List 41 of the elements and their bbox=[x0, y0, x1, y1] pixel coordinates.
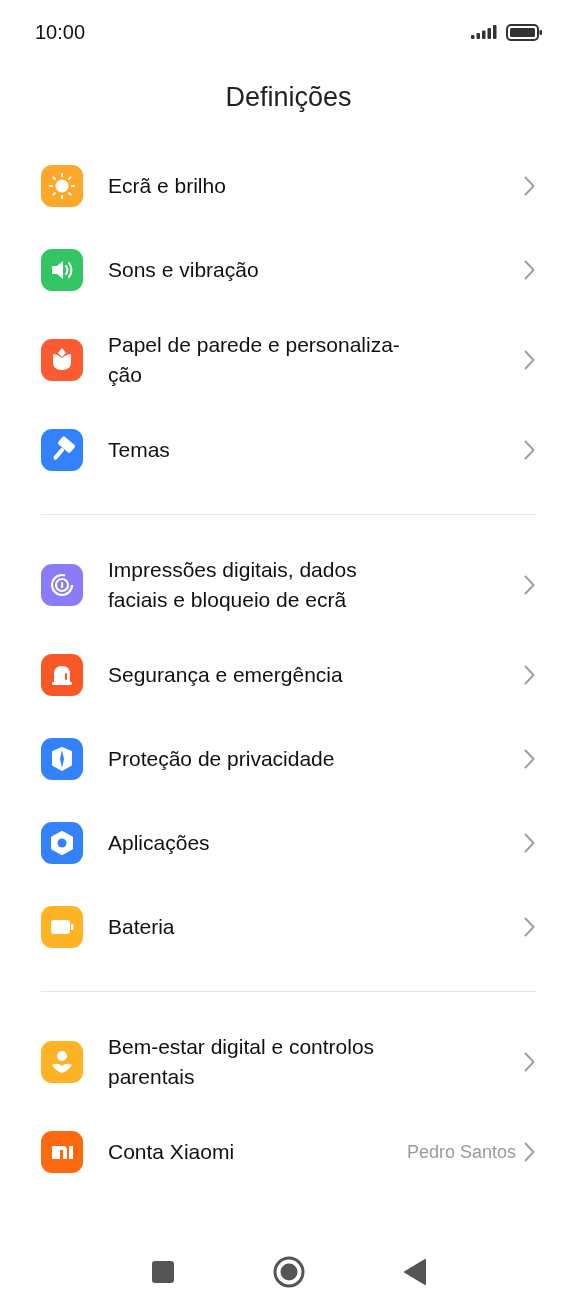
chevron-icon bbox=[524, 749, 535, 769]
item-label: Segurança e emergência bbox=[108, 662, 344, 688]
chevron-icon bbox=[524, 440, 535, 460]
chevron-icon bbox=[524, 665, 535, 685]
settings-item[interactable]: Sons e vibração bbox=[0, 228, 577, 312]
item-label: Bateria bbox=[108, 914, 176, 940]
settings-item[interactable]: Bateria bbox=[0, 885, 577, 969]
item-label: Ecrã e brilho bbox=[108, 173, 227, 199]
chevron-icon bbox=[524, 176, 535, 196]
back-button[interactable] bbox=[402, 1259, 427, 1285]
item-label: Bem-estar digital e controlos parentais bbox=[108, 1034, 376, 1090]
item-label: Aplicações bbox=[108, 830, 211, 856]
item-label: Temas bbox=[108, 437, 171, 463]
settings-item[interactable]: Ecrã e brilho bbox=[0, 144, 577, 228]
item-value: Pedro Santos bbox=[406, 1140, 516, 1164]
page-title: Definições bbox=[225, 80, 352, 114]
chevron-icon bbox=[524, 575, 535, 595]
item-label: Conta Xiaomi bbox=[108, 1139, 236, 1165]
chevron-icon bbox=[524, 833, 535, 853]
chevron-icon bbox=[524, 1052, 535, 1072]
settings-item[interactable]: Proteção de privacidade bbox=[0, 717, 577, 801]
item-label: Papel de parede e personaliza- ção bbox=[108, 332, 401, 388]
item-label: Proteção de privacidade bbox=[108, 746, 336, 772]
signal-icon bbox=[471, 25, 498, 39]
chevron-icon bbox=[524, 917, 535, 937]
recents-button[interactable] bbox=[150, 1260, 175, 1284]
battery-icon bbox=[506, 23, 543, 41]
settings-item[interactable]: Conta Xiaomi Pedro Santos bbox=[0, 1110, 577, 1194]
settings-item[interactable]: Aplicações bbox=[0, 801, 577, 885]
settings-item[interactable]: Temas bbox=[0, 408, 577, 492]
status-time: 10:00 bbox=[35, 20, 86, 45]
item-label: Impressões digitais, dados faciais e bloqueio de ecrã bbox=[108, 557, 358, 613]
home-button[interactable] bbox=[272, 1256, 305, 1288]
item-label: Sons e vibração bbox=[108, 257, 260, 283]
settings-item[interactable]: Segurança e emergência bbox=[0, 633, 577, 717]
chevron-icon bbox=[524, 260, 535, 280]
chevron-icon bbox=[524, 1142, 535, 1162]
chevron-icon bbox=[524, 350, 535, 370]
settings-item[interactable]: Papel de parede e personaliza- ção bbox=[0, 312, 577, 408]
settings-item[interactable]: Bem-estar digital e controlos parentais bbox=[0, 1014, 577, 1110]
settings-item[interactable]: Impressões digitais, dados faciais e bloqueio de ecrã bbox=[0, 537, 577, 633]
